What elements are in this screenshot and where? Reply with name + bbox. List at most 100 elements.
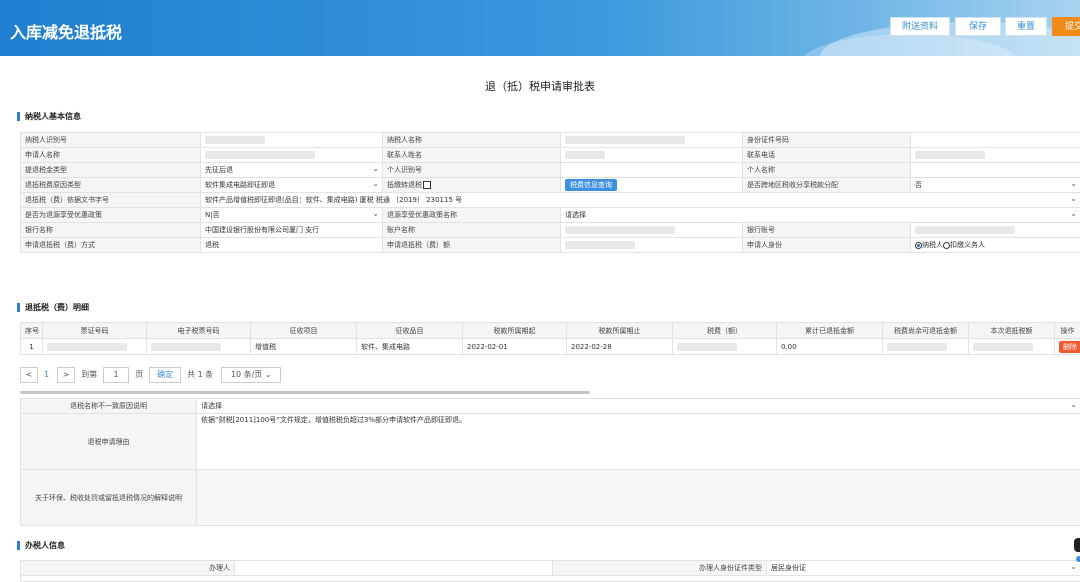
cell-op: 删除 xyxy=(1055,339,1080,355)
convert-refund-field: 抵缴转退税 xyxy=(383,178,561,193)
contact-phone-input[interactable] xyxy=(911,148,1080,163)
page-size-select[interactable]: 10 条/页 ⌄ xyxy=(221,367,281,383)
page-label: 页 xyxy=(135,369,143,380)
cell-subitem: 软件、集成电路 xyxy=(357,339,463,355)
cell-ticket xyxy=(43,339,147,355)
total-count: 共 1 条 xyxy=(187,369,213,380)
reason-type-select[interactable]: 软件集成电路即征即退⌄ xyxy=(201,178,383,193)
next-page-button[interactable]: > xyxy=(57,367,75,383)
prev-page-button[interactable]: < xyxy=(20,367,38,383)
save-button[interactable]: 保存 xyxy=(955,17,1001,36)
doc-no-value: 软件产品增值税即征即退(品目：软件、集成电路) 厦税 税通 〔2019〕 230… xyxy=(205,196,462,204)
doc-no-select[interactable]: 软件产品增值税即征即退(品目：软件、集成电路) 厦税 税通 〔2019〕 230… xyxy=(201,193,1080,208)
column-header: 本次退抵税额 xyxy=(969,323,1055,339)
page-size-value: 10 条/页 xyxy=(231,370,262,379)
table-row: 1 增值税 软件、集成电路 2022-02-01 2022-02-28 0.00… xyxy=(21,339,1080,355)
column-header: 电子税票号码 xyxy=(147,323,251,339)
section-title-taxpayer: 纳税人基本信息 xyxy=(17,112,81,121)
goto-confirm-button[interactable]: 确定 xyxy=(149,367,181,383)
personal-name-input[interactable] xyxy=(911,163,1080,178)
handler-id-type-value: 居民身份证 xyxy=(771,564,806,572)
bank-name-label: 银行名称 xyxy=(21,223,201,238)
convert-refund-checkbox[interactable] xyxy=(423,181,431,189)
cross-region-label: 是否跨地区税收分享税款分配 xyxy=(743,178,911,193)
id-doc-no-value[interactable] xyxy=(911,133,1080,148)
detail-header-row: 序号 票证号码 电子税票号码 征收项目 征收品目 税款所属期起 税款所属期止 税… xyxy=(21,323,1080,339)
cross-region-select[interactable]: 否⌄ xyxy=(911,178,1080,193)
cell-item: 增值税 xyxy=(251,339,357,355)
cell-end: 2022-02-28 xyxy=(567,339,673,355)
refund-type-label: 提退税金类型 xyxy=(21,163,201,178)
tax-info-query-button[interactable]: 税费信息查询 xyxy=(565,179,617,191)
is-pref-value: N|否 xyxy=(205,211,220,219)
doc-no-label: 退抵税（费）依据文书字号 xyxy=(21,193,201,208)
applicant-name-value xyxy=(201,148,383,163)
apply-reason-label: 退税申请理由 xyxy=(21,414,197,470)
handler-table: 办理人 办理人身份证件类型 居民身份证⌄ xyxy=(20,560,1080,582)
column-header: 票证号码 xyxy=(43,323,147,339)
column-header: 征收品目 xyxy=(357,323,463,339)
chevron-down-icon: ⌄ xyxy=(372,179,379,188)
page-number[interactable]: 1 xyxy=(44,370,49,379)
horizontal-scrollbar[interactable] xyxy=(20,391,590,394)
status-dot-icon xyxy=(1076,556,1080,562)
identity-radio-withholding[interactable] xyxy=(943,242,950,249)
contact-name-input[interactable] xyxy=(561,148,743,163)
cell-start: 2022-02-01 xyxy=(463,339,567,355)
cell-current[interactable] xyxy=(969,339,1055,355)
taxpayer-name-label: 纳税人名称 xyxy=(383,133,561,148)
section-title-detail: 退抵税（费）明细 xyxy=(17,303,89,312)
app-header: 入库减免退抵税 附送资料 保存 重置 提交 xyxy=(0,0,1080,56)
chevron-down-icon: ⌄ xyxy=(1070,209,1077,218)
account-name-value xyxy=(561,223,743,238)
chevron-down-icon: ⌄ xyxy=(1070,179,1077,188)
identity-radio-taxpayer[interactable] xyxy=(915,242,922,249)
column-header: 征收项目 xyxy=(251,323,357,339)
id-doc-no-label: 身份证件号码 xyxy=(743,133,911,148)
delete-button[interactable]: 删除 xyxy=(1059,341,1080,353)
refund-type-select[interactable]: 先征后退⌄ xyxy=(201,163,383,178)
cell-eticket xyxy=(147,339,251,355)
pref-name-select[interactable]: 请选择⌄ xyxy=(561,208,1080,223)
goto-label: 到第 xyxy=(81,369,97,380)
reset-button[interactable]: 重置 xyxy=(1005,17,1047,36)
handler-id-type-select[interactable]: 居民身份证 ⌄ xyxy=(767,561,1080,576)
env-explain-textarea[interactable] xyxy=(197,470,1080,526)
personal-name-label: 个人名称 xyxy=(743,163,911,178)
personal-id-input[interactable] xyxy=(561,163,743,178)
is-pref-select[interactable]: N|否 ⌄ xyxy=(201,208,383,223)
attach-button[interactable]: 附送资料 xyxy=(890,17,950,36)
contact-phone-label: 联系电话 xyxy=(743,148,911,163)
identity-label: 申请人身份 xyxy=(743,238,911,253)
column-header: 税费尚余可退抵金额 xyxy=(883,323,969,339)
amount-value xyxy=(561,238,743,253)
help-icon[interactable] xyxy=(1074,538,1080,552)
column-header: 累计已退抵金额 xyxy=(777,323,883,339)
submit-button[interactable]: 提交 xyxy=(1052,17,1080,36)
taxpayer-info-table: 纳税人识别号 纳税人名称 身份证件号码 申请人名称 联系人姓名 联系电话 提退税… xyxy=(20,132,1080,253)
mismatch-label: 退税名称不一致原因说明 xyxy=(21,399,197,414)
taxpayer-id-label: 纳税人识别号 xyxy=(21,133,201,148)
chevron-down-icon: ⌄ xyxy=(1070,400,1077,409)
goto-page-input[interactable]: 1 xyxy=(103,367,129,383)
convert-refund-label: 抵缴转退税 xyxy=(387,181,422,189)
pagination: < 1 > 到第 1 页 确定 共 1 条 10 条/页 ⌄ xyxy=(20,366,287,383)
method-label: 申请退抵税（费）方式 xyxy=(21,238,201,253)
chevron-down-icon: ⌄ xyxy=(1070,562,1077,571)
method-value: 退税 xyxy=(201,238,383,253)
applicant-name-label: 申请人名称 xyxy=(21,148,201,163)
handler-name-input[interactable] xyxy=(235,561,553,576)
bank-account-label: 银行账号 xyxy=(743,223,911,238)
apply-reason-textarea[interactable]: 依据“财税[2011]100号”文件规定，增值税税负超过3%部分申请软件产品即征… xyxy=(197,414,1080,470)
chevron-down-icon: ⌄ xyxy=(1070,194,1077,203)
bank-account-value xyxy=(911,223,1080,238)
query-cell: 税费信息查询 xyxy=(561,178,743,193)
column-header: 税费（额） xyxy=(673,323,777,339)
amount-label: 申请退抵税（费）额 xyxy=(383,238,561,253)
identity-option-label: 纳税人 xyxy=(922,241,943,249)
mismatch-select[interactable]: 请选择⌄ xyxy=(197,399,1080,414)
section-title-handler: 办税人信息 xyxy=(17,541,65,550)
detail-table: 序号 票证号码 电子税票号码 征收项目 征收品目 税款所属期起 税款所属期止 税… xyxy=(20,322,1080,355)
chevron-down-icon: ⌄ xyxy=(372,209,379,218)
handler-row-partial xyxy=(21,576,1080,582)
